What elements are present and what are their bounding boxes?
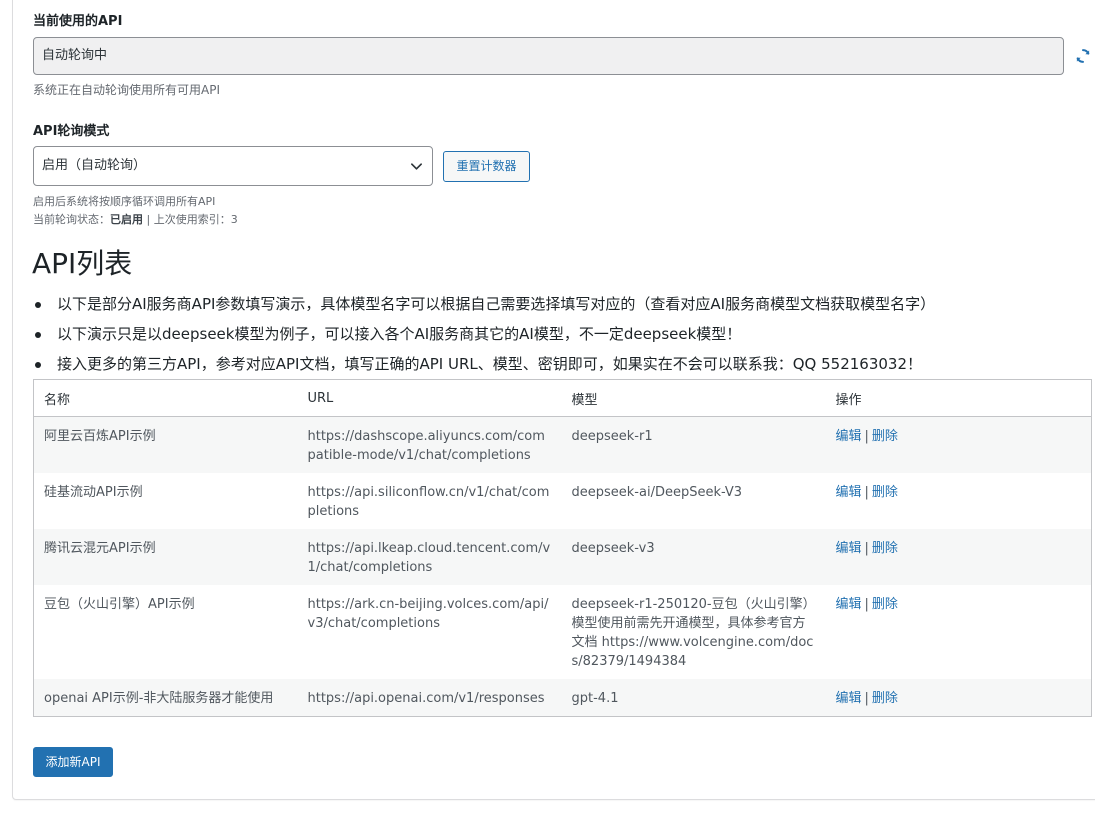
api-name-cell: 阿里云百炼API示例 [33, 416, 298, 473]
polling-help: 启用后系统将按顺序循环调用所有API [33, 195, 216, 208]
current-api-label: 当前使用的API [33, 14, 123, 29]
api-note: 以下演示只是以deepseek模型为例子，可以接入各个AI服务商其它的AI模型，… [33, 319, 1093, 349]
api-url-cell: https://api.siliconflow.cn/v1/chat/compl… [307, 485, 550, 519]
polling-status-prefix: 当前轮询状态： [33, 213, 110, 226]
delete-link[interactable]: 删除 [872, 429, 898, 444]
api-model-cell: deepseek-v3 [561, 529, 826, 585]
action-separator: | [864, 485, 869, 500]
delete-link[interactable]: 删除 [872, 691, 898, 706]
api-name-cell: 腾讯云混元API示例 [33, 529, 298, 585]
add-api-button[interactable]: 添加新API [33, 747, 113, 777]
column-header-model: 模型 [561, 379, 826, 417]
table-row: 硅基流动API示例 https://api.siliconflow.cn/v1/… [34, 473, 1092, 529]
api-note: 接入更多的第三方API，参考对应API文档，填写正确的API URL、模型、密钥… [33, 349, 1093, 379]
api-url-cell: https://api.lkeap.cloud.tencent.com/v1/c… [297, 529, 562, 585]
action-separator: | [864, 597, 869, 612]
action-separator: | [864, 691, 869, 706]
api-list-title: API列表 [32, 247, 133, 280]
api-actions-cell: 编辑 | 删除 [825, 416, 1092, 473]
action-separator: | [864, 429, 869, 444]
table-row: 豆包（火山引擎）API示例 https://ark.cn-beijing.vol… [34, 585, 1092, 679]
edit-link[interactable]: 编辑 [836, 541, 862, 556]
delete-link[interactable]: 删除 [872, 541, 898, 556]
api-actions-cell: 编辑 | 删除 [825, 529, 1092, 585]
polling-status-value: 已启用 [110, 213, 143, 226]
delete-link[interactable]: 删除 [872, 597, 898, 612]
polling-status-suffix: | 上次使用索引：3 [143, 213, 238, 226]
chevron-down-icon [411, 163, 422, 170]
column-header-name: 名称 [33, 379, 298, 417]
polling-mode-label: API轮询模式 [33, 124, 110, 139]
api-note: 以下是部分AI服务商API参数填写演示，具体模型名字可以根据自己需要选择填写对应… [33, 289, 1093, 319]
column-header-actions: 操作 [825, 379, 1092, 417]
refresh-icon[interactable] [1074, 47, 1092, 65]
delete-link[interactable]: 删除 [872, 485, 898, 500]
current-api-description: 系统正在自动轮询使用所有可用API [33, 83, 220, 97]
api-model-cell: gpt-4.1 [561, 679, 826, 717]
edit-link[interactable]: 编辑 [836, 429, 862, 444]
api-model-cell: deepseek-r1 [561, 416, 826, 473]
table-header-row: 名称 URL 模型 操作 [33, 379, 1092, 417]
api-notes-list: 以下是部分AI服务商API参数填写演示，具体模型名字可以根据自己需要选择填写对应… [33, 289, 1093, 379]
polling-status: 当前轮询状态：已启用 | 上次使用索引：3 [33, 211, 238, 227]
api-actions-cell: 编辑 | 删除 [826, 473, 1092, 529]
api-name-cell: 豆包（火山引擎）API示例 [44, 597, 195, 612]
api-url-cell: https://dashscope.aliyuncs.com/compatibl… [297, 416, 562, 473]
edit-link[interactable]: 编辑 [836, 691, 862, 706]
reset-counter-button[interactable]: 重置计数器 [443, 151, 530, 182]
edit-link[interactable]: 编辑 [836, 485, 862, 500]
table-row: 阿里云百炼API示例 https://dashscope.aliyuncs.co… [33, 416, 1092, 473]
api-url-cell: https://api.openai.com/v1/responses [297, 679, 562, 717]
api-model-cell: deepseek-ai/DeepSeek-V3 [571, 485, 743, 500]
api-actions-cell: 编辑 | 删除 [825, 679, 1092, 717]
table-row: 腾讯云混元API示例 https://api.lkeap.cloud.tence… [33, 529, 1092, 585]
column-header-url: URL [297, 379, 562, 417]
polling-mode-value: 启用（自动轮询） [42, 158, 147, 173]
current-api-field: 自动轮询中 [33, 37, 1064, 75]
edit-link[interactable]: 编辑 [836, 597, 862, 612]
polling-mode-select[interactable]: 启用（自动轮询） [33, 146, 433, 186]
api-actions-cell: 编辑 | 删除 [826, 585, 1092, 679]
action-separator: | [864, 541, 869, 556]
api-name-cell: openai API示例-非大陆服务器才能使用 [33, 679, 298, 717]
table-row: openai API示例-非大陆服务器才能使用 https://api.open… [33, 679, 1092, 717]
api-url-cell: https://ark.cn-beijing.volces.com/api/v3… [307, 597, 549, 631]
api-model-cell: deepseek-r1-250120-豆包（火山引擎）模型使用前需先开通模型，具… [571, 597, 814, 669]
api-table: 名称 URL 模型 操作 阿里云百炼API示例 https://dashscop… [33, 379, 1092, 717]
api-name-cell: 硅基流动API示例 [44, 485, 143, 500]
